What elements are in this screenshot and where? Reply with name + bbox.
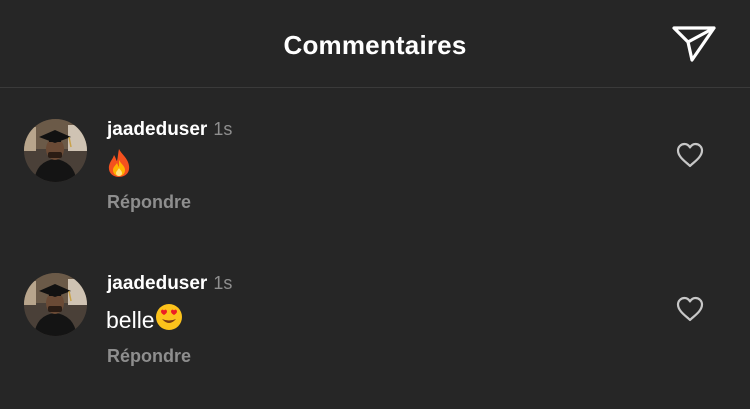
send-button[interactable] xyxy=(670,22,718,64)
comment-text: belle xyxy=(106,303,183,337)
comments-header: Commentaires xyxy=(0,0,750,88)
like-button[interactable] xyxy=(676,142,704,168)
heart-eyes-emoji xyxy=(155,303,183,337)
comment-time: 1s xyxy=(213,119,233,139)
heart-outline-icon xyxy=(676,296,704,322)
avatar-image xyxy=(24,273,87,336)
comment-username[interactable]: jaadeduser 1s xyxy=(107,119,232,141)
comment-item: jaadeduser 1s belle Répondre xyxy=(0,273,750,403)
reply-button[interactable]: Répondre xyxy=(107,192,191,213)
comment-time: 1s xyxy=(213,273,233,293)
like-button[interactable] xyxy=(676,296,704,322)
send-icon xyxy=(672,26,716,62)
comment-text xyxy=(106,149,132,183)
avatar[interactable] xyxy=(24,273,87,336)
page-title: Commentaires xyxy=(283,30,467,60)
avatar[interactable] xyxy=(24,119,87,182)
comment-item: jaadeduser 1s Répondre xyxy=(0,119,750,249)
comment-username[interactable]: jaadeduser 1s xyxy=(107,273,232,295)
fire-emoji xyxy=(106,148,132,184)
reply-button[interactable]: Répondre xyxy=(107,346,191,367)
avatar-image xyxy=(24,119,87,182)
heart-outline-icon xyxy=(676,142,704,168)
